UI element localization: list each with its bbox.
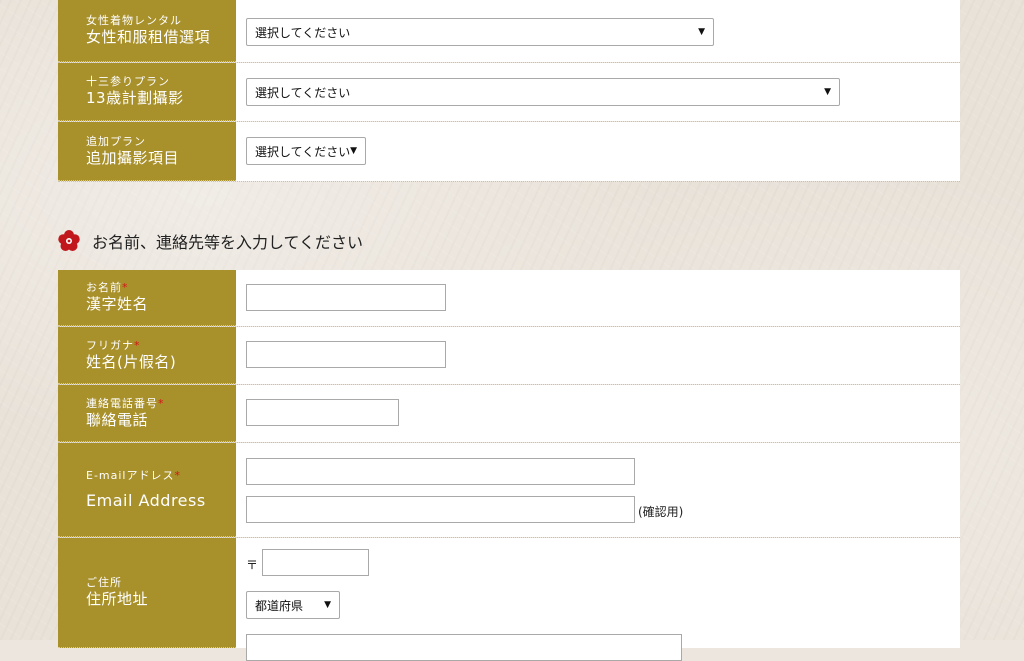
label-big: 姓名(片假名) — [86, 352, 177, 371]
name-content — [236, 270, 960, 326]
name-label: お名前* 漢字姓名 — [58, 270, 236, 326]
label-small-text: E-mailアドレス — [86, 469, 175, 482]
label-small-text: フリガナ — [86, 338, 134, 352]
label-small: 連絡電話番号* — [86, 397, 236, 411]
furigana-row: フリガナ* 姓名(片假名) — [58, 327, 960, 385]
dropdown-arrow-icon: ▼ — [350, 146, 357, 156]
plan-label-thirteen: 十三参りプラン 13歳計劃攝影 — [58, 63, 236, 121]
additional-plan-select[interactable]: 選択してください ▼ — [246, 137, 366, 165]
email-content: (確認用) — [236, 443, 960, 537]
label-big: 漢字姓名 — [86, 295, 149, 313]
required-mark: * — [174, 469, 181, 482]
label-big: 13歳計劃攝影 — [86, 89, 184, 107]
thirteen-plan-select[interactable]: 選択してください ▼ — [246, 78, 840, 106]
label-big: Email Address — [86, 491, 206, 510]
section-title: お名前、連絡先等を入力してください — [92, 233, 364, 252]
postal-mark: 〒 — [246, 558, 259, 572]
label-small: フリガナ* — [86, 339, 236, 353]
address-row: ご住所 住所地址 〒 都道府県 ▼ — [58, 538, 960, 661]
email-row: E-mailアドレス* Email Address (確認用) — [58, 443, 960, 538]
contact-table: お名前* 漢字姓名 フリガナ* 姓名(片假名) 連絡電話番号* 聯絡電話 E-m… — [58, 270, 960, 661]
required-mark: * — [122, 281, 129, 294]
select-value: 選択してください — [255, 25, 351, 40]
select-value: 都道府県 — [255, 598, 304, 613]
label-big: 追加攝影項目 — [86, 148, 180, 167]
label-small: 女性着物レンタル — [86, 14, 182, 27]
label-small: 追加プラン — [86, 134, 146, 148]
dropdown-arrow-icon: ▼ — [698, 27, 705, 37]
phone-input[interactable] — [246, 399, 399, 426]
label-small: 十三参りプラン — [86, 75, 170, 88]
label-small-text: お名前 — [86, 281, 122, 294]
plan-content-thirteen: 選択してください ▼ — [236, 63, 960, 121]
address-input[interactable] — [246, 634, 682, 661]
required-mark: * — [158, 396, 165, 410]
plan-content-women-kimono: 選択してください ▼ — [236, 0, 960, 62]
label-big: 女性和服租借選項 — [86, 28, 211, 46]
plan-row-thirteen: 十三参りプラン 13歳計劃攝影 選択してください ▼ — [58, 63, 960, 122]
name-row: お名前* 漢字姓名 — [58, 270, 960, 327]
phone-row: 連絡電話番号* 聯絡電話 — [58, 385, 960, 443]
label-small-text: 連絡電話番号 — [86, 396, 158, 410]
email-label: E-mailアドレス* Email Address — [58, 443, 236, 537]
plan-row-additional: 追加プラン 追加攝影項目 選択してください ▼ — [58, 122, 960, 182]
select-value: 選択してください — [255, 85, 351, 100]
women-kimono-select[interactable]: 選択してください ▼ — [246, 18, 714, 46]
select-value: 選択してください — [255, 144, 351, 159]
dropdown-arrow-icon: ▼ — [824, 87, 831, 97]
label-small: E-mailアドレス* — [86, 469, 236, 483]
plan-content-additional: 選択してください ▼ — [236, 122, 960, 181]
label-big: 住所地址 — [86, 590, 149, 608]
required-mark: * — [134, 338, 141, 352]
plan-label-additional: 追加プラン 追加攝影項目 — [58, 122, 236, 181]
contact-section-heading: お名前、連絡先等を入力してください — [58, 226, 363, 256]
prefecture-select[interactable]: 都道府県 ▼ — [246, 591, 340, 619]
furigana-content — [236, 327, 960, 384]
plan-options-table: 女性着物レンタル 女性和服租借選項 選択してください ▼ 十三参りプラン 13歳… — [58, 0, 960, 182]
label-big: 聯絡電話 — [86, 410, 149, 429]
plum-flower-icon — [58, 230, 80, 251]
furigana-input[interactable] — [246, 341, 446, 368]
plan-row-women-kimono: 女性着物レンタル 女性和服租借選項 選択してください ▼ — [58, 0, 960, 63]
label-small: お名前* — [86, 281, 236, 295]
phone-label: 連絡電話番号* 聯絡電話 — [58, 385, 236, 442]
dropdown-arrow-icon: ▼ — [324, 600, 331, 610]
address-label: ご住所 住所地址 — [58, 538, 236, 648]
furigana-label: フリガナ* 姓名(片假名) — [58, 327, 236, 384]
phone-content — [236, 385, 960, 442]
plan-label-women-kimono: 女性着物レンタル 女性和服租借選項 — [58, 0, 236, 62]
email-input[interactable] — [246, 458, 635, 485]
email-confirm-input[interactable] — [246, 496, 635, 523]
email-confirm-note: (確認用) — [638, 505, 684, 519]
label-small: ご住所 — [86, 576, 122, 589]
postal-code-input[interactable] — [262, 549, 369, 576]
name-kanji-input[interactable] — [246, 284, 446, 311]
address-content: 〒 都道府県 ▼ — [236, 538, 960, 661]
